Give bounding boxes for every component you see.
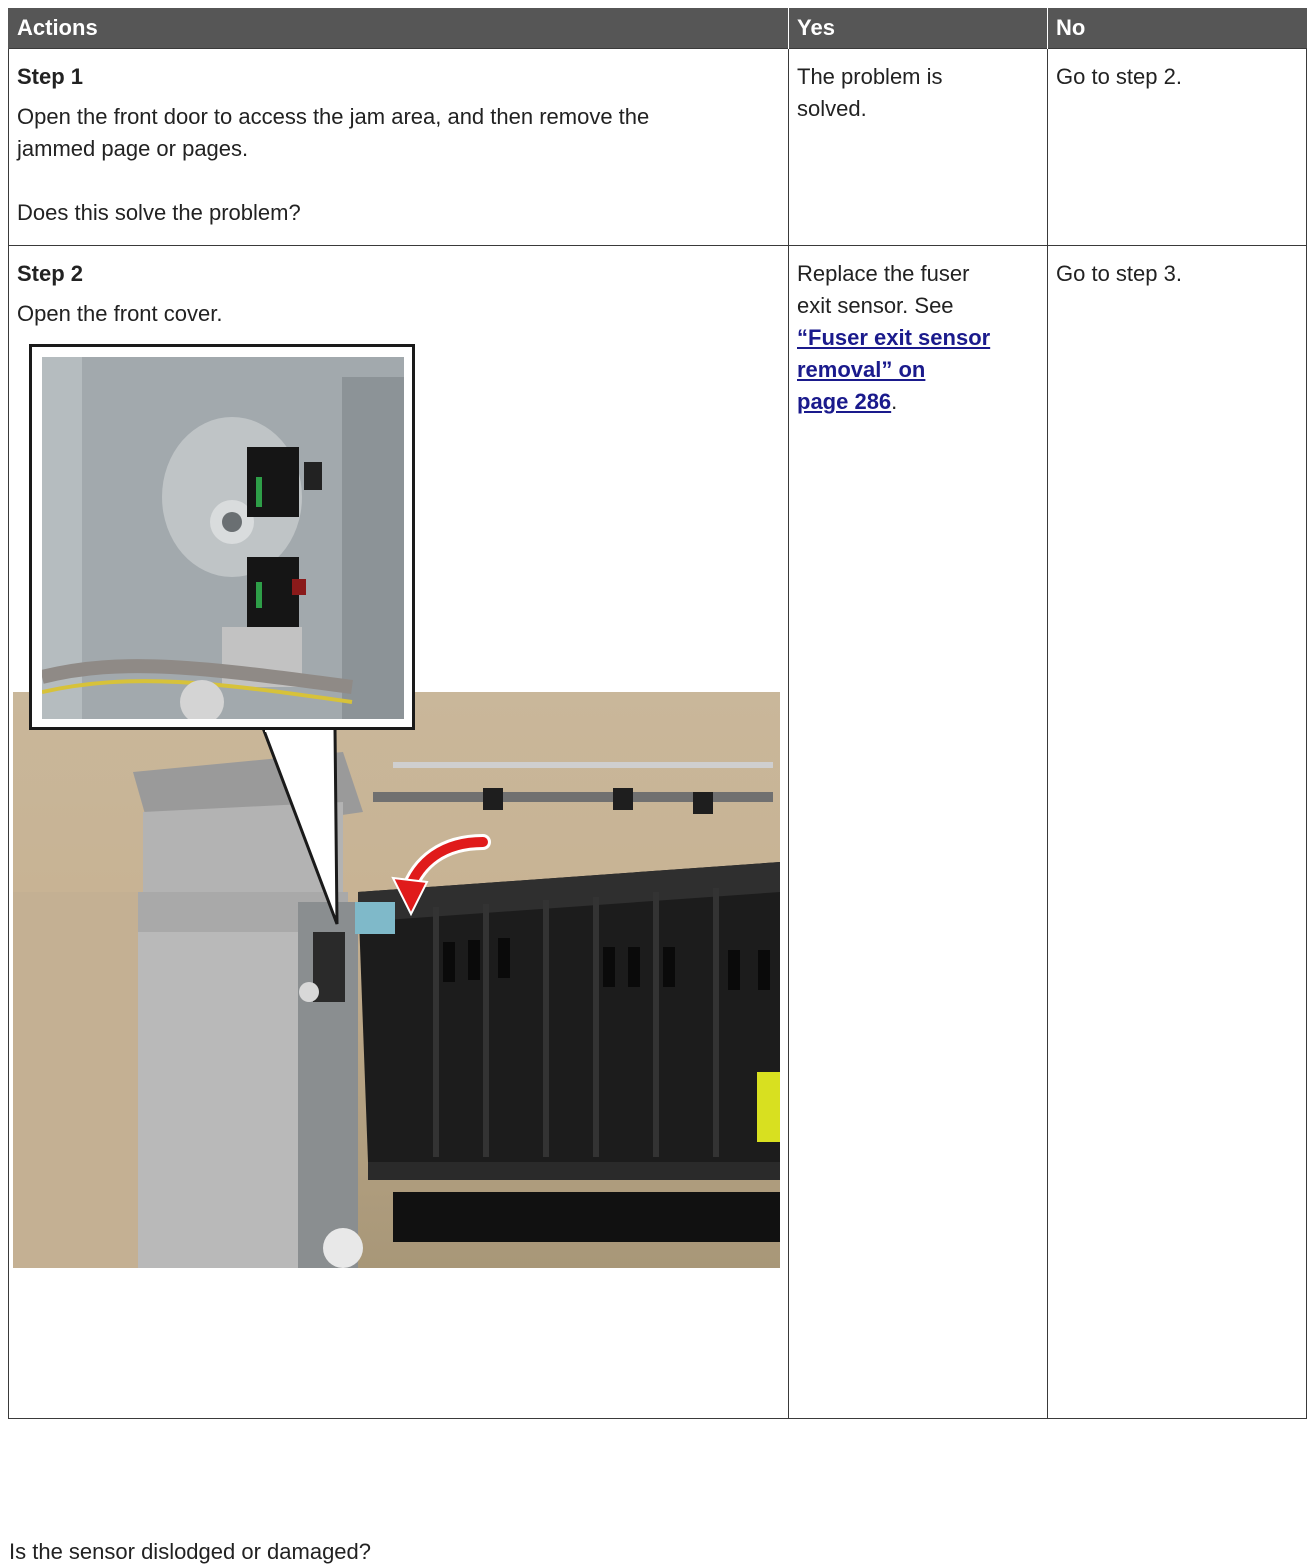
header-yes: Yes: [788, 8, 1048, 49]
step2-yes-line-2: exit sensor. See: [797, 293, 954, 318]
step1-title: Step 1: [17, 64, 84, 89]
step1-instruction-line-1: Open the front door to access the jam ar…: [17, 104, 650, 129]
table-row: Step 2 Open the front cover. Is the sens…: [8, 245, 1307, 1564]
table-row: Step 1 Open the front door to access the…: [8, 48, 1307, 246]
step1-no-text: Go to step 2.: [1056, 64, 1182, 89]
step2-instruction: Open the front cover.: [17, 301, 223, 326]
table-header-row: Actions Yes No: [8, 8, 1307, 49]
warning-label: [757, 1072, 780, 1142]
step1-instruction-line-2: jammed page or pages.: [17, 136, 249, 161]
step1-yes-cell: The problem is solved.: [788, 48, 1048, 246]
step2-no-text: Go to step 3.: [1056, 261, 1182, 286]
step1-question: Does this solve the problem?: [17, 200, 301, 225]
sensor-closeup-illustration: [42, 357, 404, 719]
step2-question: Is the sensor dislodged or damaged?: [9, 1539, 372, 1564]
step2-actions-cell: Step 2 Open the front cover. Is the sens…: [8, 245, 789, 1564]
step1-yes-line-2: solved.: [797, 96, 867, 121]
header-no: No: [1047, 8, 1307, 49]
fuser-exit-sensor-removal-link-line-1[interactable]: “Fuser exit sensor: [797, 325, 990, 350]
step2-yes-cell: Replace the fuser exit sensor. See “Fuse…: [788, 245, 1048, 1419]
fuser-sensor-figure: [13, 344, 785, 1274]
step2-no-cell: Go to step 3.: [1047, 245, 1307, 1419]
troubleshooting-table: Actions Yes No Step 1 Open the front doo…: [8, 8, 1307, 1564]
step1-no-cell: Go to step 2.: [1047, 48, 1307, 246]
header-actions: Actions: [8, 8, 789, 49]
fuser-exit-sensor-removal-link-line-2[interactable]: removal” on: [797, 357, 925, 382]
sensor-closeup-callout: [29, 344, 415, 730]
troubleshooting-document: Actions Yes No Step 1 Open the front doo…: [8, 8, 1307, 1564]
step2-title: Step 2: [17, 261, 84, 286]
step1-actions-cell: Step 1 Open the front door to access the…: [8, 48, 789, 246]
fuser-exit-sensor-removal-link-line-3[interactable]: page 286: [797, 389, 891, 414]
link-suffix: .: [891, 389, 898, 414]
step2-yes-line-1: Replace the fuser: [797, 261, 970, 286]
step1-yes-line-1: The problem is: [797, 64, 943, 89]
fuser-exit-sensor-closeup: [42, 357, 404, 719]
